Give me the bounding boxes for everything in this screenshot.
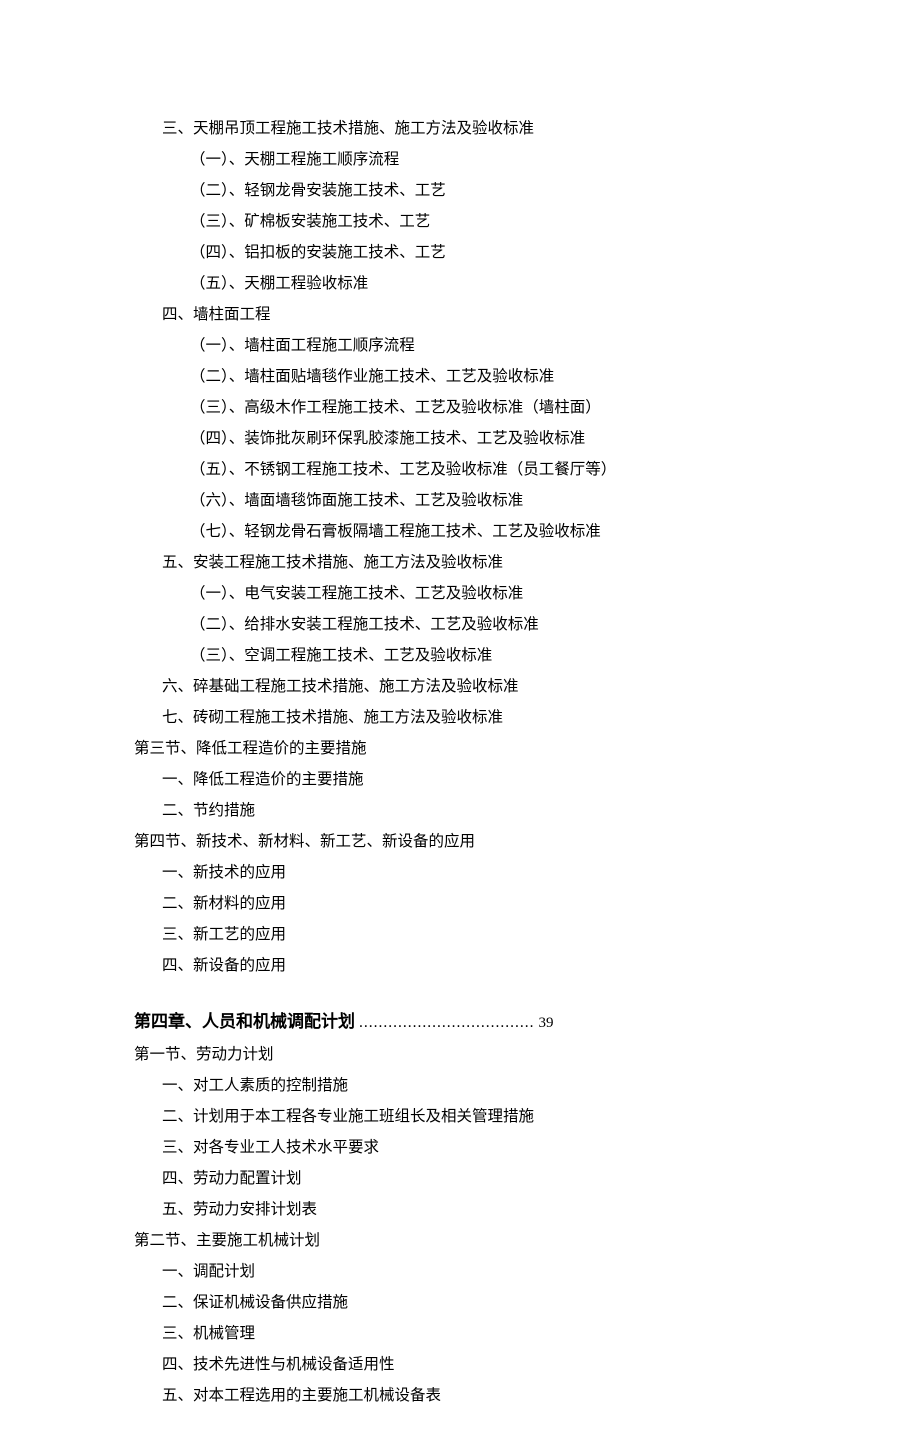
outline-line: （二）、给排水安装工程施工技术、工艺及验收标准 xyxy=(190,609,786,640)
outline-line: （四）、装饰批灰刷环保乳胶漆施工技术、工艺及验收标准 xyxy=(190,423,786,454)
outline-line: 五、安装工程施工技术措施、施工方法及验收标准 xyxy=(162,547,786,578)
outline-line: 二、计划用于本工程各专业施工班组长及相关管理措施 xyxy=(162,1101,786,1132)
outline-line: （四）、铝扣板的安装施工技术、工艺 xyxy=(190,237,786,268)
outline-line: （三）、矿棉板安装施工技术、工艺 xyxy=(190,206,786,237)
outline-line: 四、劳动力配置计划 xyxy=(162,1163,786,1194)
outline-line: （二）、墙柱面贴墙毯作业施工技术、工艺及验收标准 xyxy=(190,361,786,392)
outline-line: 三、机械管理 xyxy=(162,1318,786,1349)
outline-line: 六、碎基础工程施工技术措施、施工方法及验收标准 xyxy=(162,671,786,702)
outline-line: 一、对工人素质的控制措施 xyxy=(162,1070,786,1101)
outline-line: 五、劳动力安排计划表 xyxy=(162,1194,786,1225)
chapter-4-title: 第四章、人员和机械调配计划 xyxy=(134,1005,355,1039)
outline-line: 一、调配计划 xyxy=(162,1256,786,1287)
outline-line: （三）、高级木作工程施工技术、工艺及验收标准（墙柱面） xyxy=(190,392,786,423)
outline-block-b: 第一节、劳动力计划一、对工人素质的控制措施二、计划用于本工程各专业施工班组长及相… xyxy=(134,1039,786,1411)
outline-line: 五、对本工程选用的主要施工机械设备表 xyxy=(162,1380,786,1411)
outline-line: 四、新设备的应用 xyxy=(162,950,786,981)
outline-line: （七）、轻钢龙骨石膏板隔墙工程施工技术、工艺及验收标准 xyxy=(190,516,786,547)
outline-line: 第一节、劳动力计划 xyxy=(134,1039,786,1070)
outline-line: 四、技术先进性与机械设备适用性 xyxy=(162,1349,786,1380)
outline-line: （一）、墙柱面工程施工顺序流程 xyxy=(190,330,786,361)
outline-line: 二、保证机械设备供应措施 xyxy=(162,1287,786,1318)
outline-line: 二、节约措施 xyxy=(162,795,786,826)
chapter-4-leader-dots: .................................... xyxy=(359,1007,535,1038)
outline-line: （一）、电气安装工程施工技术、工艺及验收标准 xyxy=(190,578,786,609)
outline-line: （一）、天棚工程施工顺序流程 xyxy=(190,144,786,175)
chapter-4-row: 第四章、人员和机械调配计划 ..........................… xyxy=(134,1005,786,1039)
outline-line: 三、天棚吊顶工程施工技术措施、施工方法及验收标准 xyxy=(162,113,786,144)
outline-line: （六）、墙面墙毯饰面施工技术、工艺及验收标准 xyxy=(190,485,786,516)
outline-line: 一、降低工程造价的主要措施 xyxy=(162,764,786,795)
outline-line: 三、新工艺的应用 xyxy=(162,919,786,950)
outline-line: 第二节、主要施工机械计划 xyxy=(134,1225,786,1256)
outline-line: 四、墙柱面工程 xyxy=(162,299,786,330)
outline-line: （五）、天棚工程验收标准 xyxy=(190,268,786,299)
outline-line: 三、对各专业工人技术水平要求 xyxy=(162,1132,786,1163)
outline-line: 七、砖砌工程施工技术措施、施工方法及验收标准 xyxy=(162,702,786,733)
outline-line: 第三节、降低工程造价的主要措施 xyxy=(134,733,786,764)
chapter-4-page-number: 39 xyxy=(539,1008,554,1038)
outline-line: 第四节、新技术、新材料、新工艺、新设备的应用 xyxy=(134,826,786,857)
outline-block-a: 三、天棚吊顶工程施工技术措施、施工方法及验收标准（一）、天棚工程施工顺序流程（二… xyxy=(134,113,786,981)
outline-line: （二）、轻钢龙骨安装施工技术、工艺 xyxy=(190,175,786,206)
outline-line: （五）、不锈钢工程施工技术、工艺及验收标准（员工餐厅等） xyxy=(190,454,786,485)
outline-line: 二、新材料的应用 xyxy=(162,888,786,919)
outline-line: （三）、空调工程施工技术、工艺及验收标准 xyxy=(190,640,786,671)
outline-line: 一、新技术的应用 xyxy=(162,857,786,888)
